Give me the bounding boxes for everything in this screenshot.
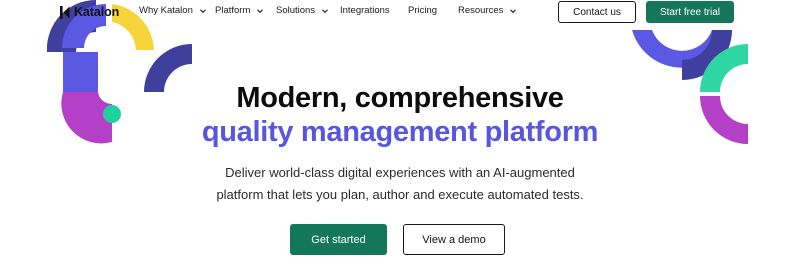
- start-free-trial-button[interactable]: Start free trial: [646, 1, 734, 23]
- nav-item-label: Solutions: [276, 5, 316, 16]
- nav-item-resources[interactable]: Resources: [458, 5, 517, 16]
- nav-item-label: Resources: [458, 5, 504, 16]
- chevron-down-icon: [199, 8, 206, 13]
- nav-item-why-katalon[interactable]: Why Katalon: [139, 5, 207, 16]
- nav-item-label: Pricing: [408, 5, 438, 16]
- hero-title-line-2: quality management platform: [201, 116, 599, 148]
- chevron-down-icon: [257, 8, 264, 13]
- hero-subtitle-line-2: platform that lets you plan, author and …: [216, 187, 584, 202]
- nav-item-solutions[interactable]: Solutions: [276, 5, 329, 16]
- landing-page: Katalon Why Katalon Platform Solutions I…: [0, 0, 800, 275]
- hero-subtitle-line-1: Deliver world-class digital experiences …: [225, 165, 575, 180]
- nav-item-label: Why Katalon: [139, 5, 193, 16]
- chevron-down-icon: [322, 8, 328, 13]
- contact-us-button[interactable]: Contact us: [558, 1, 636, 23]
- hero-title-line-1: Modern, comprehensive: [236, 82, 564, 114]
- get-started-button[interactable]: Get started: [290, 224, 387, 255]
- nav-item-pricing[interactable]: Pricing: [408, 5, 437, 16]
- hero-subtitle: Deliver world-class digital experiences …: [0, 162, 800, 206]
- katalon-logo[interactable]: Katalon: [60, 4, 119, 20]
- brand-name: Katalon: [74, 5, 120, 19]
- nav-item-label: Integrations: [340, 5, 390, 16]
- top-navigation: Katalon Why Katalon Platform Solutions I…: [0, 0, 800, 24]
- nav-item-label: Platform: [215, 5, 251, 16]
- katalon-logo-icon: [60, 5, 70, 19]
- view-demo-button[interactable]: View a demo: [403, 224, 505, 255]
- nav-item-platform[interactable]: Platform: [215, 5, 264, 16]
- nav-item-integrations[interactable]: Integrations: [340, 5, 390, 16]
- chevron-down-icon: [510, 8, 517, 13]
